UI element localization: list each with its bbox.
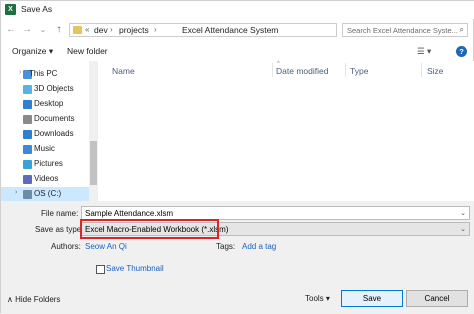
dialog-footer: ∧ Hide Folders Tools ▾ Save Cancel: [1, 287, 474, 314]
nav-item-documents[interactable]: Documents: [1, 112, 91, 127]
pictures-icon: [23, 160, 32, 169]
cube-icon: [23, 85, 32, 94]
save-thumbnail-label[interactable]: Save Thumbnail: [106, 264, 164, 273]
column-header-date-modified[interactable]: Date modified: [276, 66, 328, 76]
save-as-type-dropdown-icon[interactable]: ⌄: [460, 225, 466, 233]
nav-item-os-c[interactable]: › OS (C:): [1, 187, 91, 201]
change-view-icon[interactable]: ☰ ▾: [417, 46, 431, 57]
nav-scrollbar[interactable]: [89, 61, 98, 201]
tags-label: Tags:: [216, 242, 236, 251]
save-as-type-label: Save as type:: [35, 225, 84, 234]
save-as-dialog: X Save As ← → ⌄ ↑ « dev › projects › Exc…: [0, 0, 474, 314]
documents-icon: [23, 115, 32, 124]
nav-item-label: This PC: [29, 69, 58, 78]
file-name-label: File name:: [41, 209, 79, 218]
authors-value[interactable]: Seow An Qi: [85, 242, 127, 251]
new-folder-button[interactable]: New folder: [67, 46, 108, 56]
nav-item-desktop[interactable]: Desktop: [1, 97, 91, 112]
music-icon: [23, 145, 32, 154]
tools-button[interactable]: Tools ▾: [305, 294, 330, 303]
column-divider[interactable]: [421, 63, 422, 77]
organize-button[interactable]: Organize ▾: [12, 46, 53, 57]
download-icon: [23, 130, 32, 139]
file-name-dropdown-icon[interactable]: ⌄: [460, 209, 466, 217]
search-input[interactable]: Search Excel Attendance Syste... ⌕: [342, 23, 468, 37]
file-name-value: Sample Attendance.xlsm: [85, 209, 174, 218]
back-arrow-icon[interactable]: ←: [5, 24, 17, 36]
expand-chevron-icon[interactable]: ›: [19, 69, 21, 76]
desktop-icon: [23, 100, 32, 109]
save-thumbnail-checkbox[interactable]: [96, 265, 105, 274]
drive-icon: [23, 190, 32, 199]
nav-item-3d-objects[interactable]: 3D Objects: [1, 82, 91, 97]
annotation-highlight-box: [80, 219, 219, 239]
breadcrumb-excel-attendance-system[interactable]: Excel Attendance System: [182, 25, 278, 35]
column-header-size[interactable]: Size: [427, 66, 444, 76]
nav-item-label: Music: [34, 144, 55, 153]
window-title: Save As: [21, 4, 53, 14]
nav-item-label: Pictures: [34, 159, 63, 168]
save-button[interactable]: Save: [341, 290, 403, 307]
nav-item-videos[interactable]: Videos: [1, 172, 91, 187]
search-placeholder: Search Excel Attendance Syste...: [347, 26, 458, 35]
breadcrumb-separator[interactable]: ›: [154, 25, 157, 34]
nav-item-music[interactable]: Music: [1, 142, 91, 157]
title-bar: X Save As: [1, 1, 474, 19]
file-name-field[interactable]: Sample Attendance.xlsm ⌄: [81, 206, 470, 220]
scrollbar-thumb[interactable]: [90, 141, 97, 185]
column-header-name[interactable]: Name: [112, 66, 135, 76]
excel-app-icon: X: [5, 4, 16, 15]
recent-locations-chevron-icon[interactable]: ⌄: [37, 24, 49, 36]
nav-item-label: 3D Objects: [34, 84, 74, 93]
nav-item-downloads[interactable]: Downloads: [1, 127, 91, 142]
column-header-type[interactable]: Type: [350, 66, 368, 76]
column-divider[interactable]: [345, 63, 346, 77]
hide-folders-label: Hide Folders: [15, 295, 61, 304]
nav-item-label: Desktop: [34, 99, 64, 108]
forward-arrow-icon[interactable]: →: [21, 24, 33, 36]
nav-item-label: Videos: [34, 174, 59, 183]
authors-label: Authors:: [51, 242, 81, 251]
nav-item-pictures[interactable]: Pictures: [1, 157, 91, 172]
cancel-button[interactable]: Cancel: [406, 290, 468, 307]
column-divider[interactable]: [272, 63, 273, 77]
nav-item-label: OS (C:): [34, 189, 62, 198]
nav-item-label: Documents: [34, 114, 75, 123]
tags-value[interactable]: Add a tag: [242, 242, 276, 251]
search-icon: ⌕: [459, 25, 464, 34]
up-arrow-icon[interactable]: ↑: [53, 24, 65, 36]
collapse-chevron-icon: ∧: [7, 295, 16, 304]
navigation-pane: › This PC 3D Objects Desktop Documents D…: [1, 61, 99, 201]
command-bar: Organize ▾ New folder ☰ ▾ ?: [1, 43, 474, 61]
overflow-icon[interactable]: «: [85, 25, 89, 34]
breadcrumb-separator[interactable]: ›: [110, 25, 113, 34]
videos-icon: [23, 175, 32, 184]
address-bar[interactable]: « dev › projects › Excel Attendance Syst…: [69, 23, 399, 37]
breadcrumb-projects[interactable]: projects: [119, 25, 149, 35]
file-list[interactable]: ^ Name Date modified Type Size: [100, 61, 474, 201]
nav-item-label: Downloads: [34, 129, 74, 138]
nav-item-this-pc[interactable]: › This PC: [1, 67, 91, 82]
hide-folders-button[interactable]: ∧ Hide Folders: [7, 295, 60, 304]
breadcrumb-dev[interactable]: dev: [94, 25, 108, 35]
help-icon[interactable]: ?: [456, 46, 467, 57]
folder-icon: [73, 26, 82, 34]
expand-chevron-icon[interactable]: ›: [15, 189, 17, 196]
